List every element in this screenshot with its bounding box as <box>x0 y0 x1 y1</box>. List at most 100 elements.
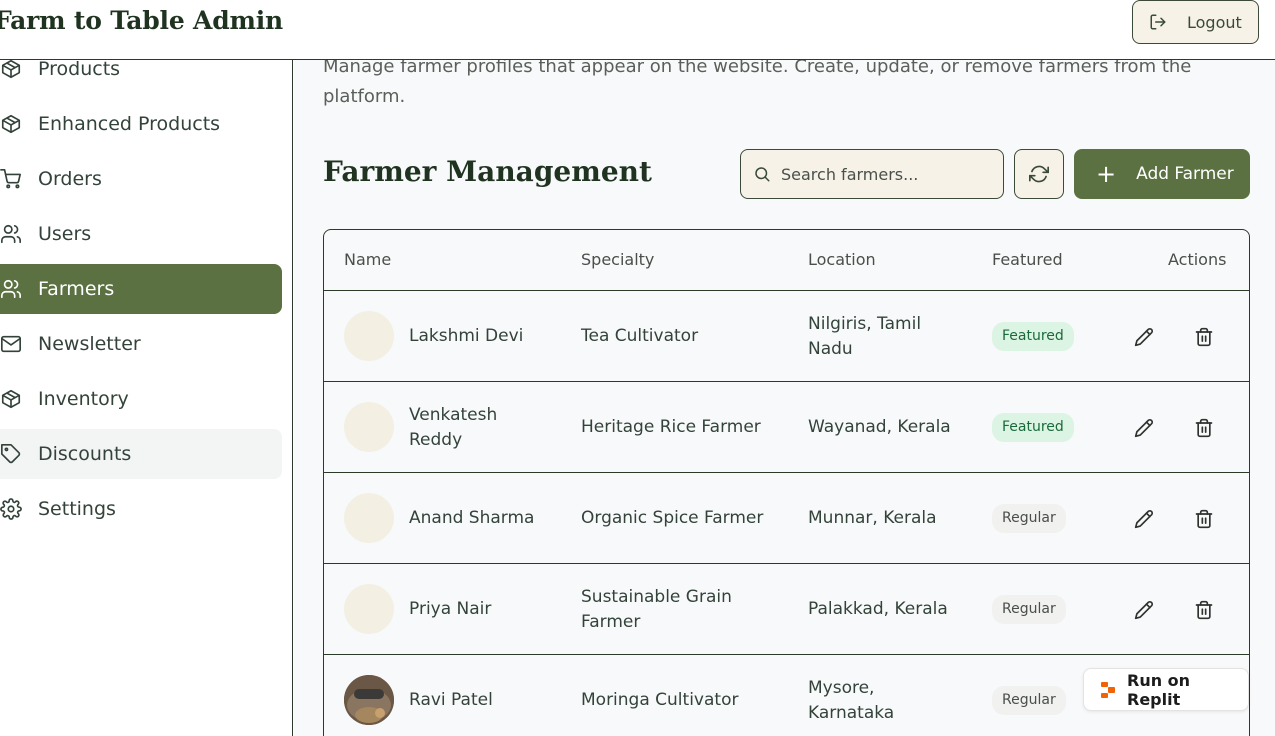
gear-icon <box>0 498 22 520</box>
sidebar-item-label: Discounts <box>38 443 132 465</box>
edit-button[interactable] <box>1132 325 1156 349</box>
farmer-specialty: Sustainable Grain Farmer <box>581 586 732 632</box>
sidebar-item-label: Enhanced Products <box>38 113 221 135</box>
farmer-specialty: Heritage Rice Farmer <box>581 417 761 437</box>
status-cell: Regular <box>992 564 1066 655</box>
mail-icon <box>0 333 22 355</box>
column-header-location: Location <box>808 250 876 269</box>
table-row: Priya Nair Sustainable Grain Farmer Pala… <box>324 564 1249 655</box>
table-row: Anand Sharma Organic Spice Farmer Munnar… <box>324 473 1249 564</box>
table-row: Lakshmi Devi Tea Cultivator Nilgiris, Ta… <box>324 291 1249 382</box>
status-badge: Regular <box>992 686 1066 715</box>
edit-button[interactable] <box>1132 507 1156 531</box>
column-header-featured: Featured <box>992 250 1063 269</box>
farmer-name: Anand Sharma <box>409 508 535 528</box>
sidebar-item-farmers[interactable]: Farmers <box>0 264 282 314</box>
sidebar-item-label: Newsletter <box>38 333 141 355</box>
sidebar-item-label: Products <box>38 58 121 80</box>
farmer-name: Priya Nair <box>409 599 492 619</box>
box-icon <box>0 58 22 80</box>
logout-icon <box>1149 13 1167 31</box>
trash-icon <box>1194 418 1214 438</box>
pencil-icon <box>1134 327 1154 347</box>
sidebar-item-label: Users <box>38 223 92 245</box>
box-icon <box>0 388 22 410</box>
farmers-table: Name Specialty Location Featured Actions… <box>323 229 1250 736</box>
avatar-photo <box>344 675 394 725</box>
farmer-location: Munnar, Kerala <box>808 508 937 528</box>
farmer-specialty: Moringa Cultivator <box>581 690 739 710</box>
delete-button[interactable] <box>1192 325 1216 349</box>
sidebar-item-label: Inventory <box>38 388 129 410</box>
delete-button[interactable] <box>1192 507 1216 531</box>
avatar <box>344 584 394 634</box>
trash-icon <box>1194 327 1214 347</box>
run-on-replit-button[interactable]: Run on Replit <box>1083 668 1249 711</box>
sidebar-item-users[interactable]: Users <box>0 209 282 259</box>
sidebar-item-label: Orders <box>38 168 102 190</box>
farmer-location: Palakkad, Kerala <box>808 599 948 619</box>
farmer-location: Wayanad, Kerala <box>808 417 951 437</box>
plus-icon: + <box>1096 160 1117 188</box>
status-cell: Featured <box>992 291 1074 382</box>
tag-icon <box>0 443 22 465</box>
sidebar-item-settings[interactable]: Settings <box>0 484 282 534</box>
column-header-actions: Actions <box>1168 250 1227 269</box>
search-input[interactable] <box>781 164 981 184</box>
page-description: Manage farmer profiles that appear on th… <box>323 60 1192 107</box>
sidebar-item-discounts[interactable]: Discounts <box>0 429 282 479</box>
cart-icon <box>0 168 22 190</box>
edit-button[interactable] <box>1132 416 1156 440</box>
column-header-specialty: Specialty <box>581 250 655 269</box>
sidebar-item-newsletter[interactable]: Newsletter <box>0 319 282 369</box>
table-header: Name Specialty Location Featured Actions <box>324 230 1249 291</box>
refresh-button[interactable] <box>1014 149 1064 199</box>
farmer-location: Nilgiris, Tamil Nadu <box>808 313 922 359</box>
avatar <box>344 402 394 452</box>
sidebar-item-products[interactable]: Products <box>0 44 282 94</box>
farmer-specialty: Tea Cultivator <box>581 326 699 346</box>
farmer-name: Lakshmi Devi <box>409 326 524 346</box>
avatar <box>344 311 394 361</box>
column-header-name: Name <box>344 250 392 269</box>
trash-icon <box>1194 509 1214 529</box>
status-badge: Featured <box>992 413 1074 442</box>
table-row: Venkatesh Reddy Heritage Rice Farmer Way… <box>324 382 1249 473</box>
delete-button[interactable] <box>1192 598 1216 622</box>
replit-label: Run on Replit <box>1127 670 1191 709</box>
refresh-icon <box>1029 164 1049 184</box>
sidebar-item-orders[interactable]: Orders <box>0 154 282 204</box>
farmer-location: Mysore, Karnataka <box>808 677 895 723</box>
replit-logo-icon <box>1100 681 1116 698</box>
add-farmer-button[interactable]: + Add Farmer <box>1074 149 1250 199</box>
sidebar: Products Enhanced Products Orders Users … <box>0 58 293 736</box>
status-cell: Regular <box>992 655 1066 736</box>
farmer-name: Ravi Patel <box>409 690 493 710</box>
edit-button[interactable] <box>1132 598 1156 622</box>
brand-title: Farm to Table Admin <box>0 6 284 35</box>
pencil-icon <box>1134 600 1154 620</box>
page-title: Farmer Management <box>323 155 652 188</box>
sidebar-item-enhanced-products[interactable]: Enhanced Products <box>0 99 282 149</box>
status-cell: Featured <box>992 382 1074 473</box>
box-icon <box>0 113 22 135</box>
status-badge: Regular <box>992 504 1066 533</box>
avatar <box>344 493 394 543</box>
pencil-icon <box>1134 509 1154 529</box>
status-cell: Regular <box>992 473 1066 564</box>
sidebar-item-label: Settings <box>38 498 116 520</box>
main-content: Manage farmer profiles that appear on th… <box>294 60 1275 736</box>
search-icon <box>753 165 771 183</box>
sidebar-item-inventory[interactable]: Inventory <box>0 374 282 424</box>
users-icon <box>0 278 22 300</box>
trash-icon <box>1194 600 1214 620</box>
users-icon <box>0 223 22 245</box>
logout-button[interactable]: Logout <box>1132 0 1259 44</box>
farmer-specialty: Organic Spice Farmer <box>581 508 764 528</box>
logout-label: Logout <box>1187 12 1242 32</box>
search-box[interactable] <box>740 149 1004 199</box>
add-farmer-label: Add Farmer <box>1136 164 1234 184</box>
sidebar-item-label: Farmers <box>38 278 115 300</box>
delete-button[interactable] <box>1192 416 1216 440</box>
farmer-name: Venkatesh Reddy <box>409 404 498 450</box>
